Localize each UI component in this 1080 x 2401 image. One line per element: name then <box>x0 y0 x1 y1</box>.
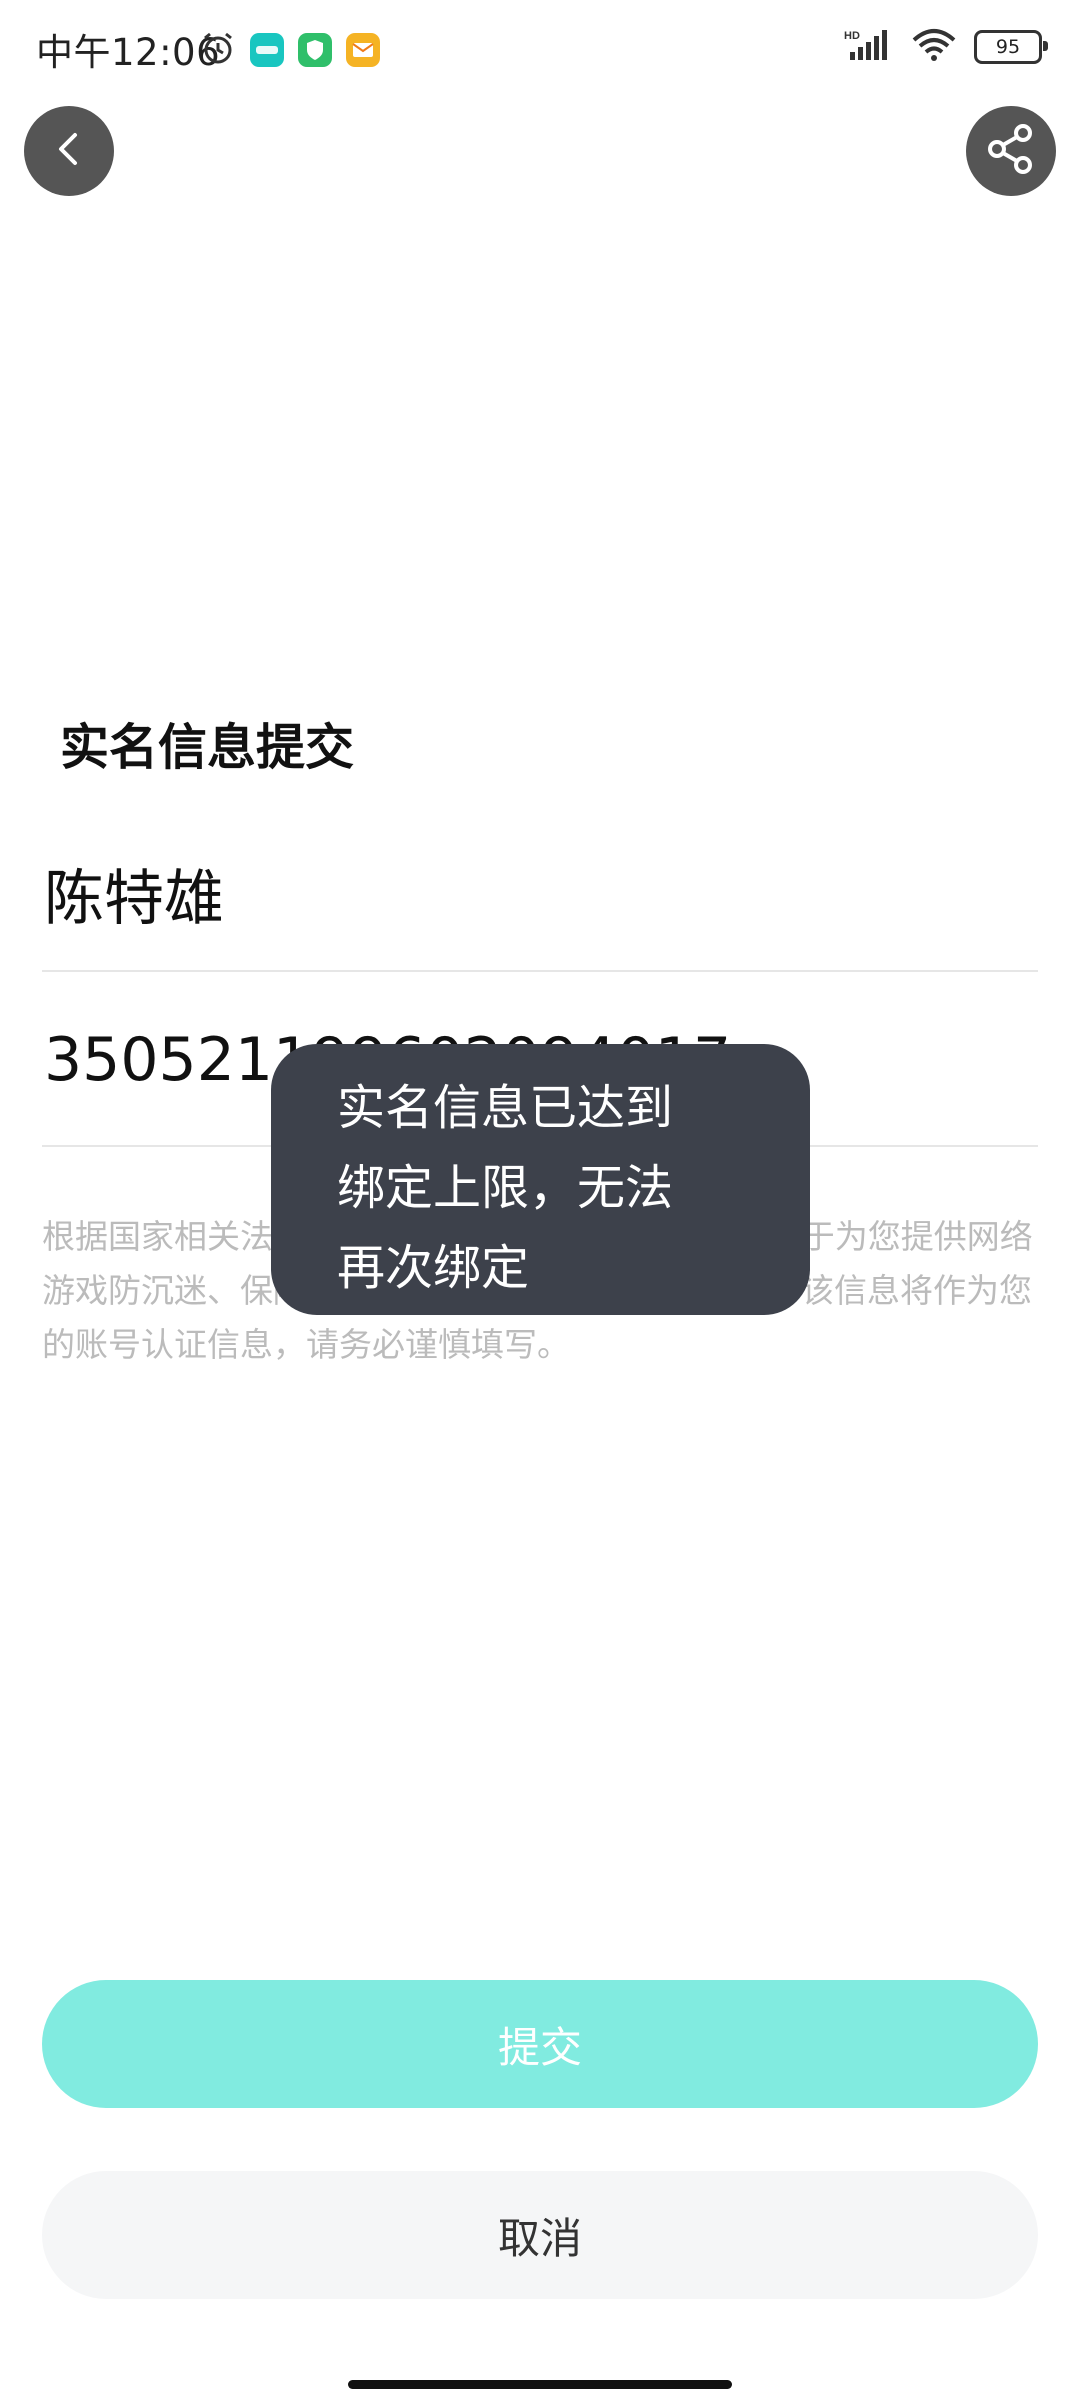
cancel-button[interactable]: 取消 <box>42 2171 1038 2299</box>
submit-button[interactable]: 提交 <box>42 1980 1038 2108</box>
svg-text:HD: HD <box>844 30 860 42</box>
toast-line: 实名信息已达到 <box>337 1080 674 1136</box>
toast-message: 实名信息已达到 绑定上限，无法 再次绑定 <box>271 1044 810 1315</box>
chevron-left-icon <box>49 129 89 173</box>
name-input[interactable]: 陈特雄 <box>44 850 224 937</box>
back-button[interactable] <box>24 106 114 196</box>
alarm-icon <box>200 30 236 70</box>
hd-signal-icon: HD <box>844 28 894 66</box>
wifi-icon <box>912 28 956 66</box>
shield-app-icon <box>298 33 332 67</box>
name-field[interactable]: 陈特雄 <box>42 820 1038 972</box>
home-indicator[interactable] <box>348 2380 732 2389</box>
page-title: 实名信息提交 <box>60 719 355 776</box>
status-time: 中午12:06 <box>36 31 221 74</box>
mail-app-icon <box>346 33 380 67</box>
taptap-app-icon <box>250 33 284 67</box>
status-bar: 中午12:06 HD 95 <box>0 0 1080 100</box>
share-icon <box>985 123 1037 179</box>
toast-line: 再次绑定 <box>337 1240 530 1296</box>
battery-icon: 95 <box>974 30 1048 64</box>
system-icons: HD 95 <box>844 28 1048 66</box>
notification-icons <box>200 30 380 70</box>
share-button[interactable] <box>966 106 1056 196</box>
toast-line: 绑定上限，无法 <box>337 1160 674 1216</box>
